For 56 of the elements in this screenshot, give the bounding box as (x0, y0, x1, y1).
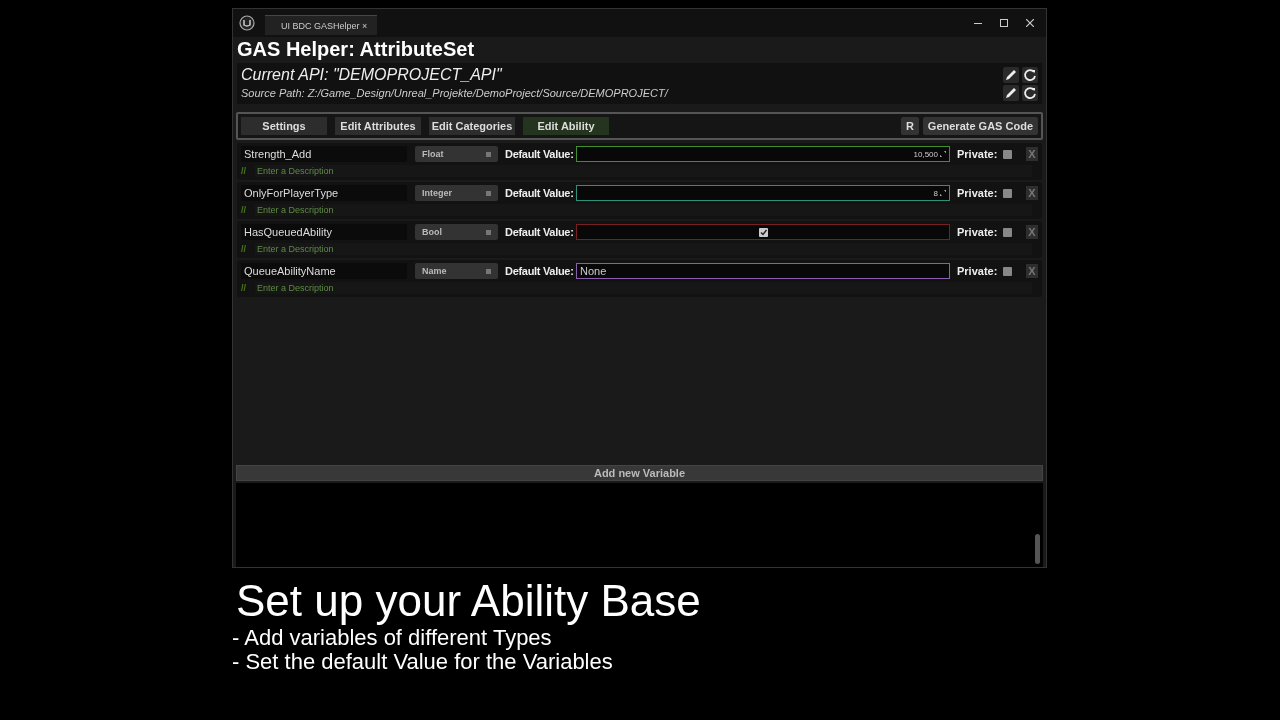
default-label: Default Value: (505, 226, 575, 238)
text-field[interactable]: None (576, 263, 950, 279)
maximize-icon[interactable] (1000, 19, 1008, 27)
reload-button[interactable]: R (900, 117, 919, 135)
default-label: Default Value: (505, 148, 575, 160)
caption-bullet: - Add variables of different Types (232, 626, 553, 650)
spin-icon[interactable] (940, 190, 946, 196)
comment-mark: // (241, 244, 247, 254)
spin-icon[interactable] (940, 151, 946, 157)
scrollbar[interactable] (1035, 534, 1040, 564)
add-variable-button[interactable]: Add new Variable (236, 465, 1043, 481)
private-checkbox[interactable] (1003, 149, 1013, 159)
name-field[interactable]: QueueAbilityName (241, 263, 407, 279)
private-label: Private: (957, 226, 998, 238)
logo-icon (239, 15, 255, 31)
name-field[interactable]: Strength_Add (241, 146, 407, 162)
comment-mark: // (241, 166, 247, 176)
tab[interactable]: Edit Ability (523, 117, 609, 135)
pencil-icon[interactable] (1003, 67, 1019, 83)
description-field[interactable]: Enter a Description (255, 243, 1032, 255)
refresh-icon[interactable] (1022, 67, 1038, 83)
number-field[interactable]: 10,500 (576, 146, 950, 162)
comment-mark: // (241, 205, 247, 215)
close-icon[interactable] (1026, 19, 1034, 27)
checkbox[interactable] (758, 227, 768, 237)
private-checkbox[interactable] (1003, 227, 1013, 237)
tab[interactable]: Edit Attributes (335, 117, 421, 135)
name-field[interactable]: OnlyForPlayerType (241, 185, 407, 201)
panel-title: GAS Helper: AttributeSet (236, 37, 476, 61)
private-label: Private: (957, 148, 998, 160)
description-field[interactable]: Enter a Description (255, 282, 1032, 294)
type-dropdown[interactable]: Float (415, 146, 498, 162)
name-field[interactable]: HasQueuedAbility (241, 224, 407, 240)
tab[interactable]: Settings (241, 117, 327, 135)
source-path: Source Path: Z:/Game_Design/Unreal_Projekte/DemoProject/Source/DEMOPROJECT/ (241, 87, 668, 99)
number-field[interactable]: 8 (576, 185, 950, 201)
caption-bullet: - Set the default Value for the Variables (232, 650, 614, 674)
api-label: Current API: "DEMOPROJECT_API" (241, 66, 502, 84)
caption-heading: Set up your Ability Base (236, 576, 702, 626)
generate-button[interactable]: Generate GAS Code (922, 117, 1038, 135)
type-dropdown[interactable]: Integer (415, 185, 498, 201)
comment-mark: // (241, 283, 247, 293)
window-tab[interactable]: UI BDC GASHelper × (265, 15, 378, 35)
refresh-icon[interactable] (1022, 85, 1038, 101)
private-checkbox[interactable] (1003, 188, 1013, 198)
private-checkbox[interactable] (1003, 266, 1013, 276)
description-field[interactable]: Enter a Description (255, 165, 1032, 177)
type-dropdown[interactable]: Name (415, 263, 498, 279)
private-label: Private: (957, 187, 998, 199)
default-label: Default Value: (505, 187, 575, 199)
private-label: Private: (957, 265, 998, 277)
pencil-icon[interactable] (1003, 85, 1019, 101)
default-label: Default Value: (505, 265, 575, 277)
description-field[interactable]: Enter a Description (255, 204, 1032, 216)
tab[interactable]: Edit Categories (429, 117, 515, 135)
type-dropdown[interactable]: Bool (415, 224, 498, 240)
